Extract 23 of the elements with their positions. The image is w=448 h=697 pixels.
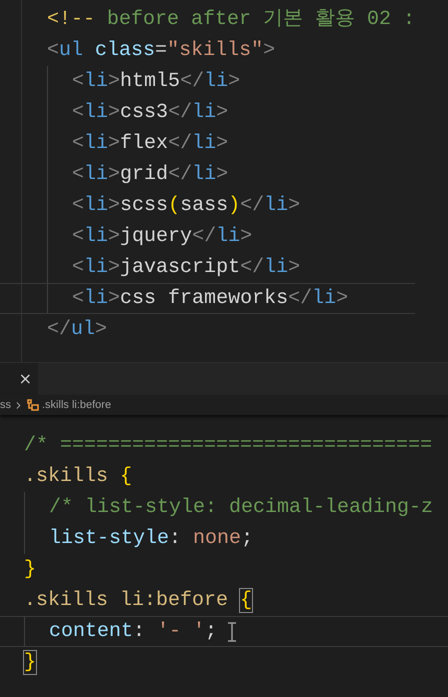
code-line: <!-- before after 기본 활용 02 : <box>47 7 416 33</box>
code-line: content: '- '; <box>49 619 218 645</box>
code-line: <li>javascript</li> <box>72 255 300 281</box>
code-line: </ul> <box>47 317 108 343</box>
breadcrumb-item[interactable]: ss <box>0 396 11 414</box>
code-line: <li>grid</li> <box>72 162 228 188</box>
code-line: <ul class="skills"> <box>47 38 276 64</box>
code-line: <li>css frameworks</li> <box>72 286 348 312</box>
code-line: <li>jquery</li> <box>72 224 252 250</box>
close-button[interactable]: × <box>18 367 32 391</box>
code-line: <li>flex</li> <box>72 131 228 157</box>
breadcrumb-item[interactable]: .skills li:before <box>42 396 112 414</box>
editor-tab[interactable]: × <box>0 363 38 395</box>
code-line: .skills li:before { <box>24 588 252 614</box>
code-line: <li>scss(sass)</li> <box>72 193 300 219</box>
code-line: list-style: none; <box>49 526 254 552</box>
code-line: } <box>24 650 36 676</box>
code-line: <li>css3</li> <box>72 100 228 126</box>
code-line: } <box>24 557 36 583</box>
code-line: /* =============================== <box>24 433 432 459</box>
code-line: <li>html5</li> <box>72 69 240 95</box>
code-line: .skills { <box>24 464 132 490</box>
code-line: /* list-style: decimal-leading-z <box>49 495 434 521</box>
